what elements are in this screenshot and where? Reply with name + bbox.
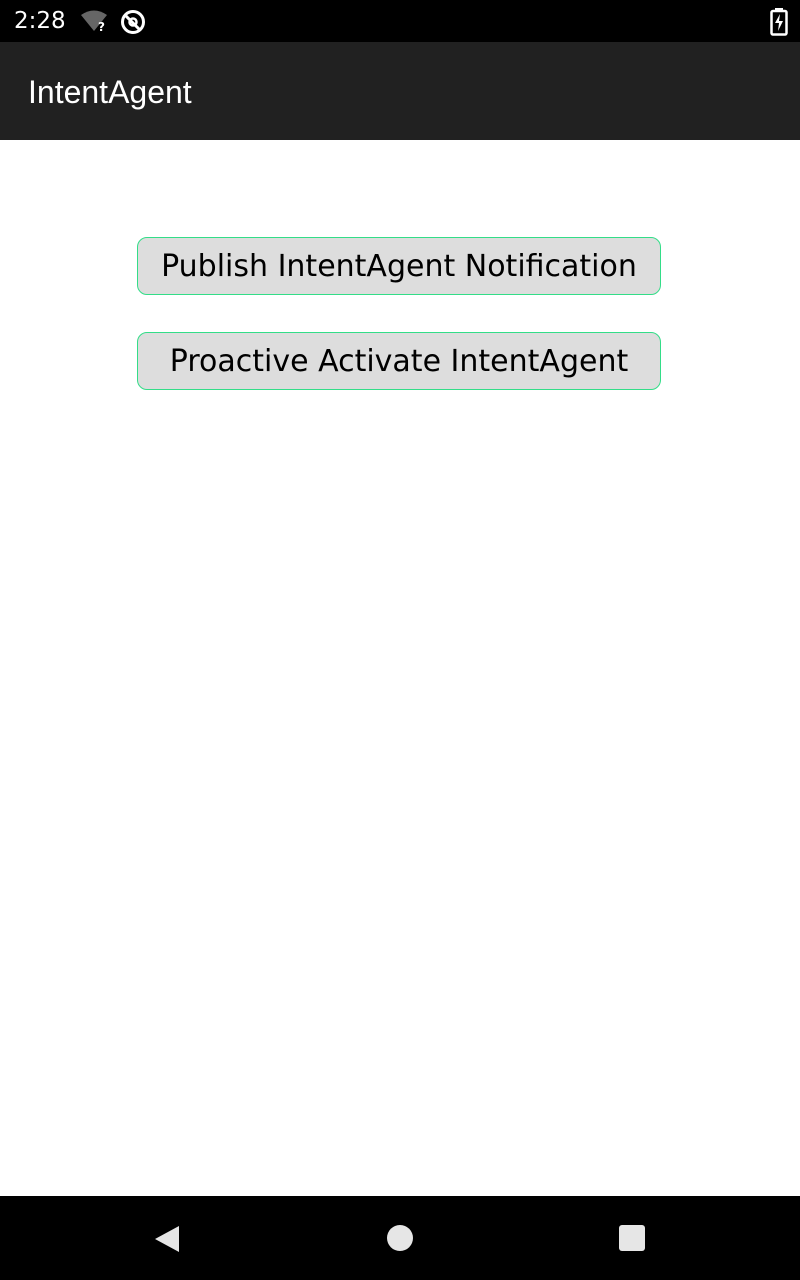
screen: 2:28 ? IntentAgent Publish IntentAgent N… — [0, 0, 800, 1280]
status-bar: 2:28 ? — [0, 0, 800, 42]
home-icon[interactable] — [387, 1225, 413, 1251]
main-content: Publish IntentAgent Notification Proacti… — [0, 140, 800, 1196]
status-time: 2:28 — [14, 8, 66, 34]
recents-icon[interactable] — [619, 1225, 645, 1251]
proactive-activate-intentagent-button[interactable]: Proactive Activate IntentAgent — [137, 332, 661, 390]
app-bar: IntentAgent — [0, 42, 800, 140]
publish-intentagent-notification-button[interactable]: Publish IntentAgent Notification — [137, 237, 661, 295]
navigation-bar — [0, 1196, 800, 1280]
wifi-unknown-icon: ? — [80, 9, 110, 34]
back-icon[interactable] — [153, 1224, 181, 1254]
do-not-disturb-icon — [119, 8, 147, 36]
app-title: IntentAgent — [28, 74, 192, 110]
battery-charging-icon — [770, 8, 788, 36]
svg-text:?: ? — [98, 20, 105, 33]
